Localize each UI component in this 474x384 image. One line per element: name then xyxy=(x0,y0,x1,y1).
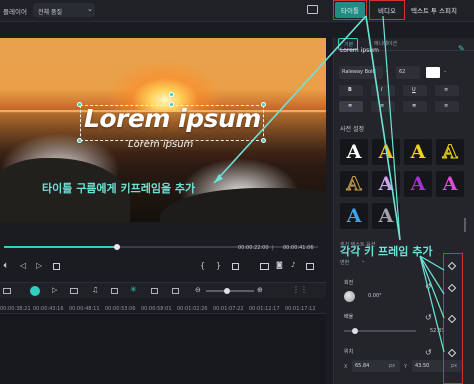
annotation-arrow xyxy=(419,255,445,353)
annotation-right: 각각 키 프레임 추가 xyxy=(340,245,433,258)
annotation-arrow xyxy=(419,255,445,319)
annotation-arrow xyxy=(213,15,367,184)
annotation-left: 타이틀 구름에게 키프레임을 추가 xyxy=(42,182,196,195)
annotation-arrow xyxy=(365,15,401,241)
annotation-arrow xyxy=(382,15,401,241)
